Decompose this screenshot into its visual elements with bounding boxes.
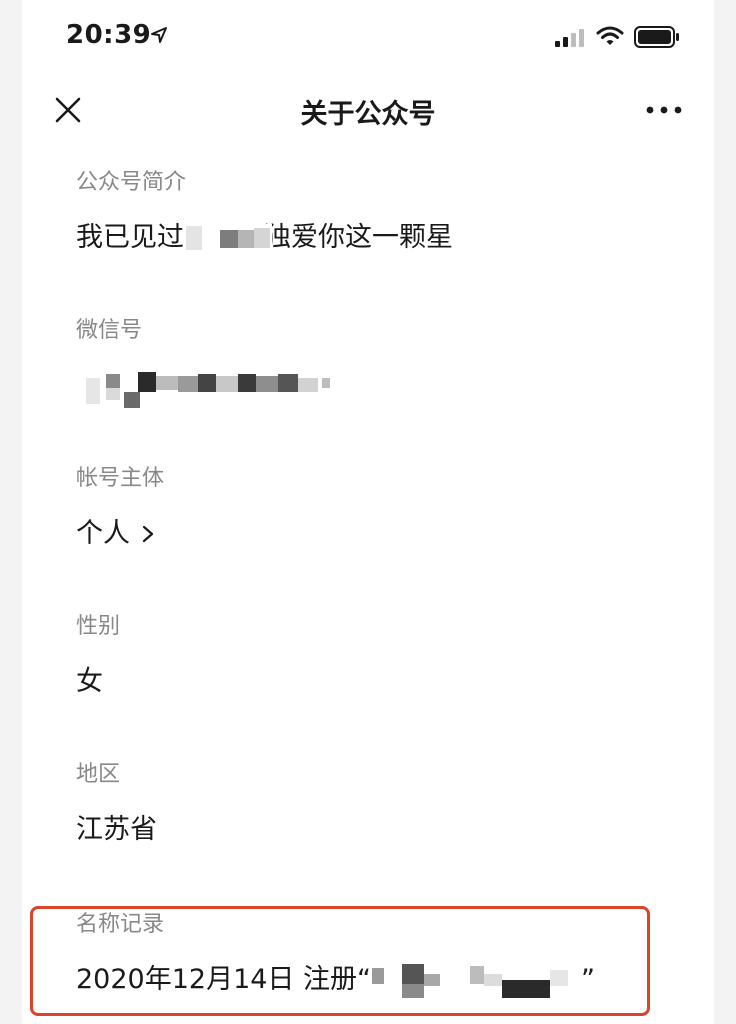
account-subject-text: 个人 — [76, 518, 130, 549]
location-arrow-icon — [151, 27, 167, 43]
status-bar: 20:39 — [22, 0, 714, 76]
cellular-signal-icon — [555, 29, 584, 47]
redacted-mosaic — [186, 224, 272, 252]
region-value: 江苏省 — [76, 814, 157, 845]
redacted-mosaic — [372, 962, 582, 1002]
account-subject-section[interactable]: 帐号主体 个人 — [76, 464, 676, 552]
name-history-value: 2020年12月14日 注册“ ” — [76, 962, 676, 1002]
region-section: 地区 江苏省 — [76, 760, 676, 848]
status-time: 20:39 — [66, 20, 152, 50]
intro-value-suffix: 独爱你这一颗星 — [264, 222, 453, 253]
chevron-right-icon — [142, 525, 153, 543]
region-label: 地区 — [76, 762, 121, 787]
account-subject-label: 帐号主体 — [76, 466, 165, 491]
name-history-section: 名称记录 2020年12月14日 注册“ ” — [76, 910, 676, 1002]
name-history-label: 名称记录 — [76, 912, 165, 937]
intro-value-prefix: 我已见过 — [76, 222, 184, 253]
more-icon[interactable] — [644, 102, 684, 118]
wechat-id-value — [76, 368, 676, 412]
battery-icon — [634, 26, 679, 48]
about-official-account-page: 20:39 关于公众号 公众号简介 我已见过 独爱你这一颗星 微信号 帐号主体 … — [22, 0, 714, 1024]
gender-value: 女 — [76, 666, 103, 697]
gender-section: 性别 女 — [76, 612, 676, 700]
wifi-icon — [596, 26, 624, 45]
intro-section: 公众号简介 我已见过 独爱你这一颗星 — [76, 168, 676, 256]
account-subject-value[interactable]: 个人 — [76, 516, 676, 552]
nav-bar: 关于公众号 — [22, 76, 714, 144]
name-history-prefix: 2020年12月14日 注册“ — [76, 964, 371, 995]
wechat-id-section: 微信号 — [76, 316, 676, 412]
page-title: 关于公众号 — [300, 99, 436, 130]
intro-label: 公众号简介 — [76, 170, 187, 195]
wechat-id-label: 微信号 — [76, 318, 143, 343]
intro-value: 我已见过 独爱你这一颗星 — [76, 220, 676, 256]
name-history-suffix: ” — [581, 964, 595, 995]
redacted-mosaic — [86, 368, 346, 412]
gender-label: 性别 — [76, 614, 121, 639]
